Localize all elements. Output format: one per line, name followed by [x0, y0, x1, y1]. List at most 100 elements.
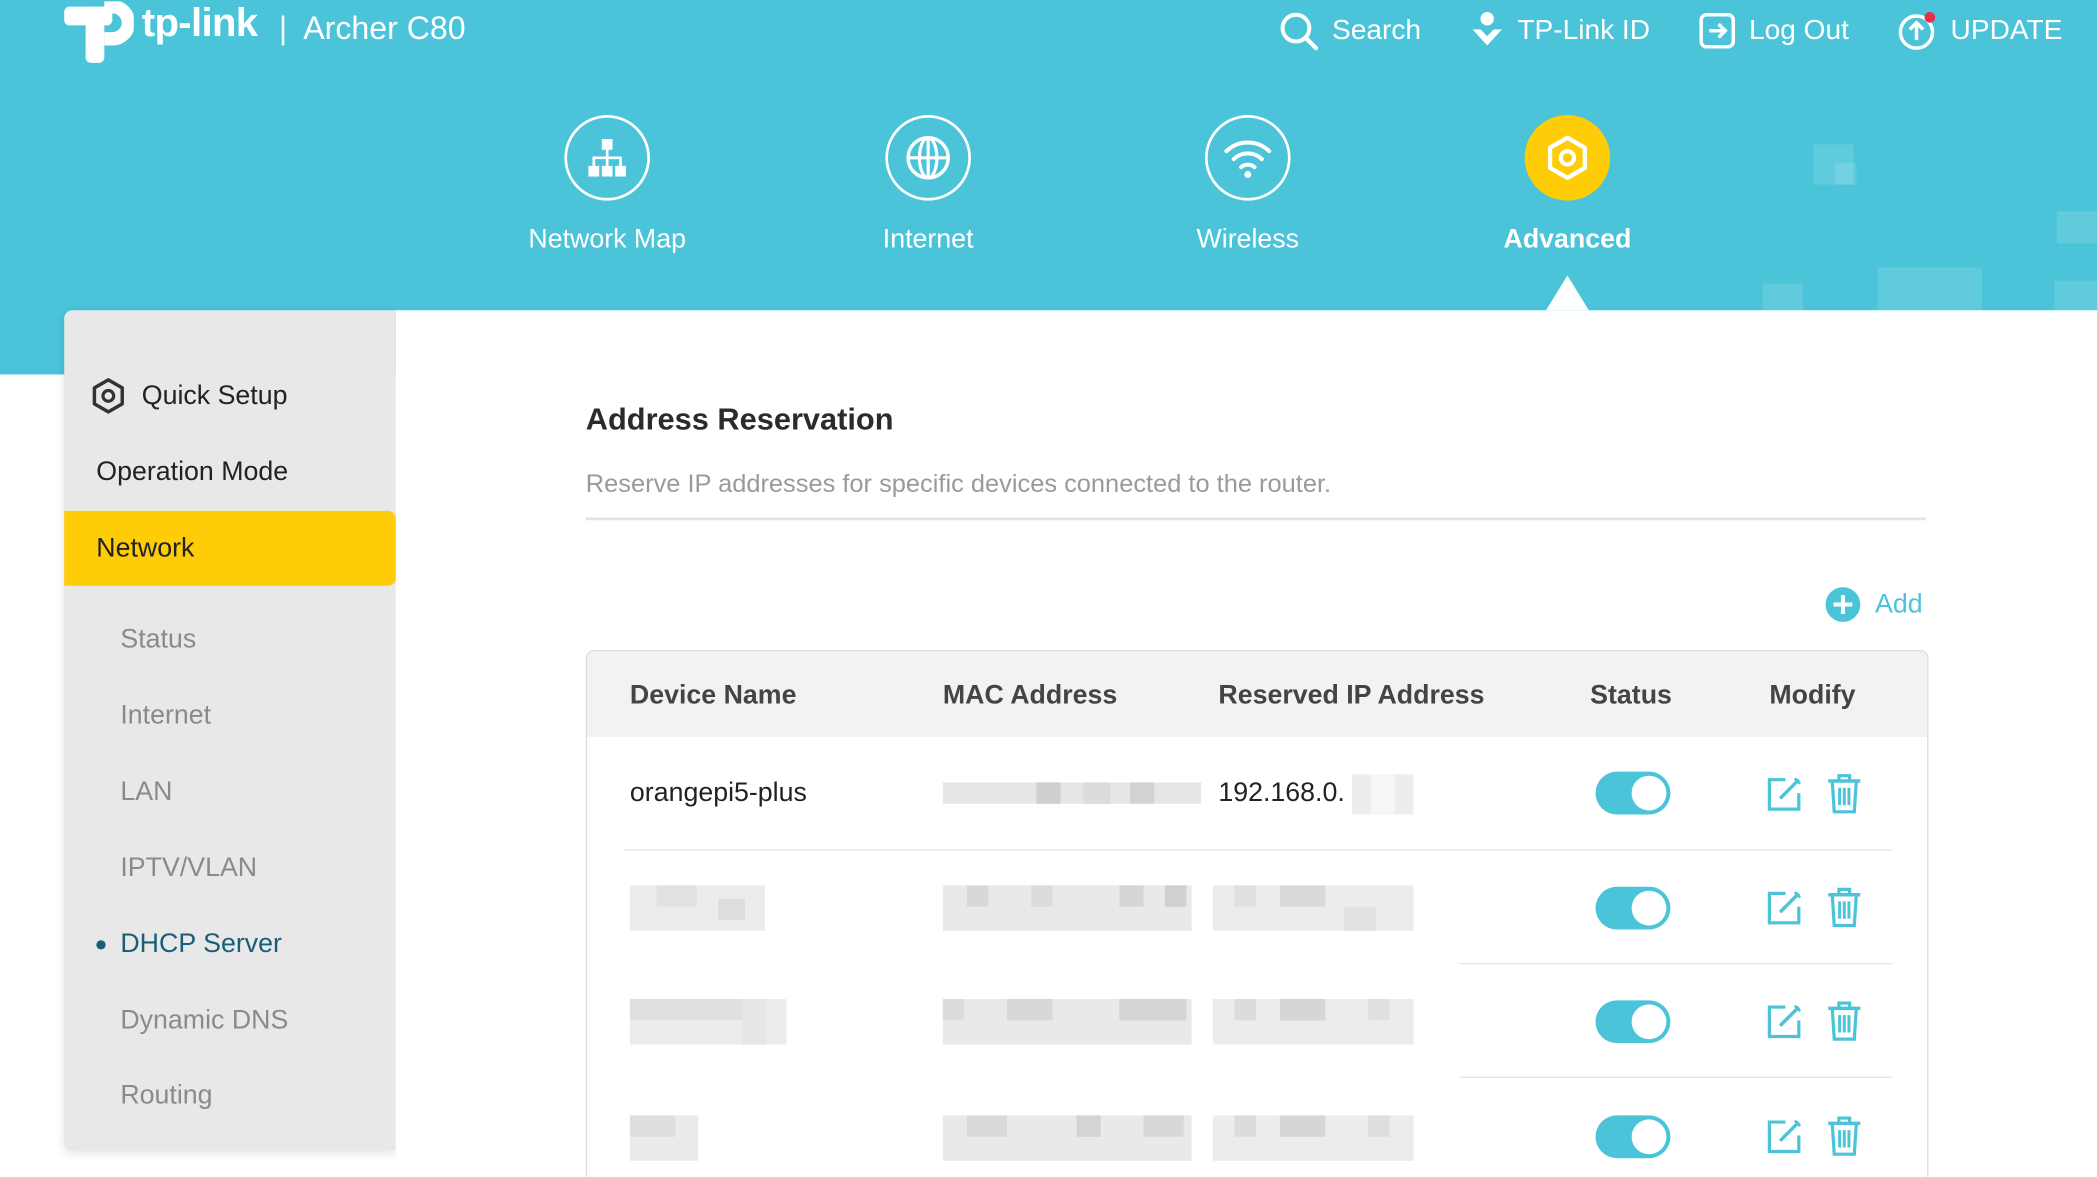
sidebar-item-label: DHCP Server — [120, 928, 282, 959]
toggle-knob — [1631, 775, 1667, 811]
user-icon — [1471, 12, 1502, 46]
column-header-modify: Modify — [1769, 680, 1856, 711]
sidebar-item-label: Routing — [120, 1079, 213, 1110]
column-header-reserved-ip: Reserved IP Address — [1218, 680, 1485, 711]
brand-separator: | — [278, 10, 288, 47]
sidebar-item-quick-setup[interactable]: Quick Setup — [64, 358, 396, 433]
add-button[interactable]: Add — [1824, 586, 1923, 623]
redacted-device-name — [629, 885, 765, 931]
redacted-mac-address — [942, 885, 1192, 931]
device-name-cell: orangepi5-plus — [629, 778, 807, 808]
nav-label: Advanced — [1503, 224, 1632, 255]
redacted-mac-address — [942, 1115, 1192, 1161]
delete-icon[interactable] — [1826, 773, 1863, 816]
edit-icon[interactable] — [1764, 774, 1804, 814]
nav-circle — [1204, 115, 1291, 201]
network-map-icon — [588, 139, 626, 177]
toggle-knob — [1631, 1004, 1667, 1040]
sidebar-subitem-internet[interactable]: Internet — [64, 678, 396, 753]
toggle-knob — [1631, 890, 1667, 926]
search-link[interactable]: Search — [1279, 11, 1421, 51]
main-content: Address Reservation Reserve IP addresses… — [395, 310, 2097, 1177]
sidebar-subitem-status[interactable]: Status — [64, 602, 396, 677]
reserved-ip-cell: 192.168.0. — [1218, 778, 1345, 808]
redacted-ip-address — [1213, 1115, 1414, 1161]
add-label: Add — [1875, 589, 1923, 619]
current-indicator-dot — [96, 939, 106, 949]
wifi-icon — [1224, 140, 1272, 179]
sidebar-subitem-iptv-vlan[interactable]: IPTV/VLAN — [64, 831, 396, 906]
table-row — [587, 964, 1927, 1078]
nav-network-map[interactable]: Network Map — [487, 115, 728, 255]
sidebar-subitem-dynamic-dns[interactable]: Dynamic DNS — [64, 983, 396, 1058]
status-toggle[interactable] — [1595, 771, 1671, 815]
reservation-table: Device Name MAC Address Reserved IP Addr… — [585, 649, 1929, 1177]
nav-circle — [564, 115, 650, 201]
model-name: Archer C80 — [303, 10, 466, 47]
nav-wireless[interactable]: Wireless — [1127, 115, 1368, 255]
nav-label: Wireless — [1196, 224, 1300, 255]
sidebar-item-label: Operation Mode — [96, 456, 289, 487]
page-title: Address Reservation — [585, 401, 894, 436]
delete-icon[interactable] — [1826, 887, 1863, 930]
sidebar-item-label: Internet — [120, 700, 212, 730]
nav-circle — [885, 115, 971, 201]
edit-icon[interactable] — [1764, 1117, 1804, 1157]
nav-label: Internet — [882, 224, 974, 255]
delete-icon[interactable] — [1826, 1000, 1863, 1043]
sidebar-subitem-lan[interactable]: LAN — [64, 754, 396, 829]
divider — [585, 517, 1926, 521]
table-row: orangepi5-plus 192.168.0. — [587, 737, 1927, 851]
sidebar-item-label: Dynamic DNS — [120, 1005, 289, 1035]
table-row — [587, 851, 1927, 965]
redacted-mac-address — [942, 999, 1192, 1045]
sidebar-item-label: IPTV/VLAN — [120, 852, 258, 883]
logout-link[interactable]: Log Out — [1698, 12, 1849, 49]
status-toggle[interactable] — [1595, 1000, 1671, 1044]
search-label: Search — [1332, 14, 1422, 46]
page-description: Reserve IP addresses for specific device… — [585, 470, 1332, 499]
sidebar-subitem-routing[interactable]: Routing — [64, 1058, 396, 1133]
gear-icon — [1547, 135, 1587, 181]
sidebar-item-network[interactable]: Network — [64, 510, 396, 586]
plus-circle-icon — [1825, 587, 1861, 622]
tplink-id-link[interactable]: TP-Link ID — [1469, 11, 1650, 51]
active-nav-caret — [1546, 275, 1589, 311]
status-toggle[interactable] — [1595, 886, 1671, 930]
redacted-ip-address — [1213, 885, 1414, 931]
sidebar-item-label: Status — [120, 623, 197, 654]
status-toggle[interactable] — [1595, 1115, 1671, 1159]
sidebar-item-label: Quick Setup — [141, 380, 288, 410]
nav-internet[interactable]: Internet — [808, 115, 1049, 255]
update-link[interactable]: UPDATE — [1897, 11, 2062, 51]
edit-icon[interactable] — [1764, 1002, 1804, 1042]
tplink-id-label: TP-Link ID — [1517, 14, 1650, 46]
logo[interactable]: tp-link | Archer C80 — [62, 0, 466, 67]
column-header-mac-address: MAC Address — [942, 680, 1118, 711]
sidebar-item-label: Network — [96, 532, 195, 563]
gear-icon — [92, 378, 124, 414]
nav-circle — [1524, 115, 1611, 201]
table-row — [587, 1078, 1927, 1177]
top-links: Search TP-Link ID Log Out UPDATE — [1279, 0, 2097, 62]
redacted-ip-suffix — [1352, 774, 1414, 815]
sidebar-subitem-dhcp-server[interactable]: DHCP Server — [64, 907, 396, 982]
update-label: UPDATE — [1950, 14, 2063, 46]
table-header: Device Name MAC Address Reserved IP Addr… — [587, 651, 1928, 737]
tp-link-logo-icon — [64, 1, 134, 63]
update-icon — [1899, 12, 1936, 50]
sidebar: Quick Setup Operation Mode Network Statu… — [64, 310, 396, 1151]
toggle-knob — [1631, 1119, 1667, 1155]
logout-label: Log Out — [1748, 14, 1849, 46]
sidebar-item-operation-mode[interactable]: Operation Mode — [64, 435, 396, 510]
logout-icon — [1699, 12, 1735, 49]
column-header-status: Status — [1590, 680, 1672, 711]
redacted-device-name — [629, 999, 787, 1045]
decor-square — [1834, 163, 1857, 185]
search-icon — [1280, 12, 1319, 51]
edit-icon[interactable] — [1764, 888, 1804, 928]
nav-label: Network Map — [528, 224, 686, 255]
nav-advanced[interactable]: Advanced — [1447, 115, 1688, 255]
delete-icon[interactable] — [1826, 1115, 1863, 1158]
globe-icon — [906, 136, 950, 180]
